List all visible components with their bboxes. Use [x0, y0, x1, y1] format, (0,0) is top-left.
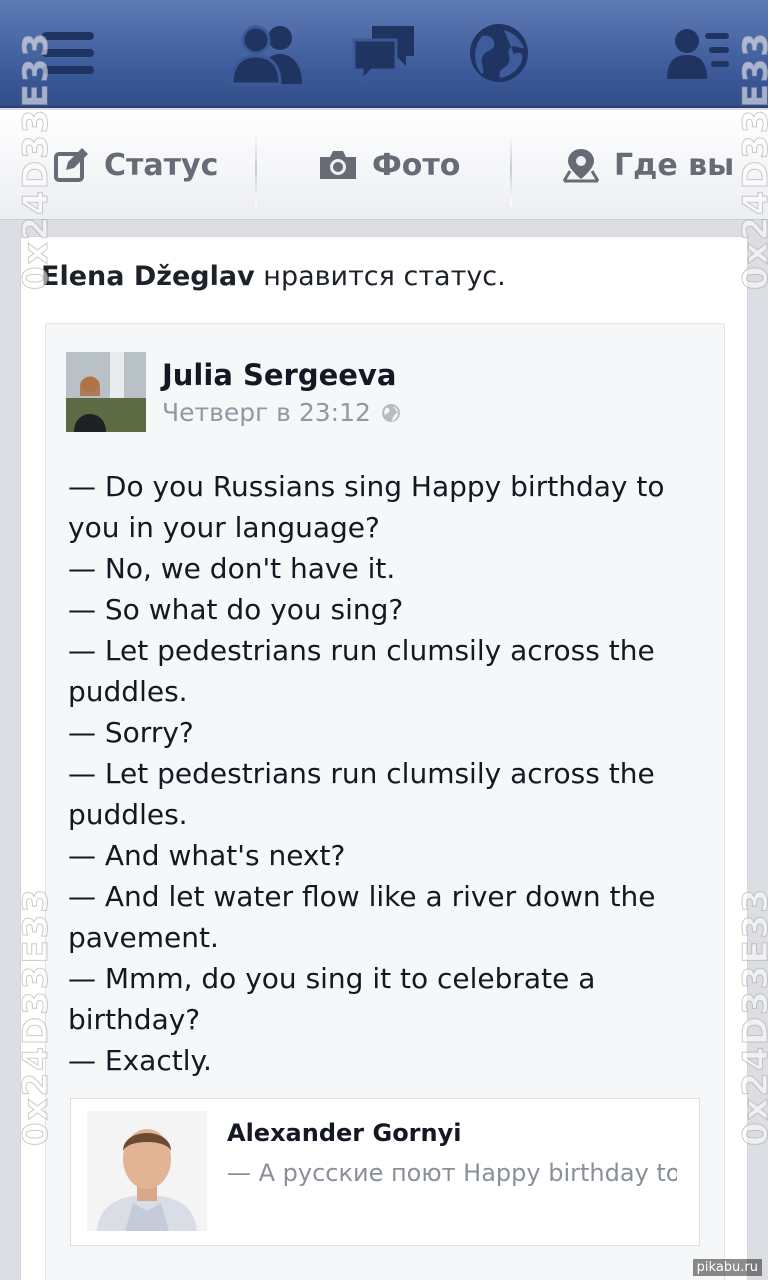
photo-label: Фото: [372, 147, 461, 183]
status-label: Статус: [104, 147, 219, 183]
story-header: Elena Džeglav нравится статус.: [41, 261, 506, 292]
checkin-button[interactable]: Где вы: [562, 110, 734, 220]
post-line: puddles.: [68, 675, 188, 708]
post-line: birthday?: [68, 1003, 201, 1036]
divider: [255, 132, 257, 206]
shared-author[interactable]: Alexander Gornyi: [227, 1119, 461, 1147]
source-credit: pikabu.ru: [692, 1259, 762, 1276]
shared-author-photo: [87, 1111, 207, 1231]
watermark: 0x24D33E33: [16, 887, 57, 1147]
divider: [510, 132, 512, 206]
post-line: — So what do you sing?: [68, 593, 404, 626]
public-globe-icon: [381, 403, 400, 422]
watermark: 0x24D33E33: [16, 31, 57, 291]
friends-list-icon[interactable]: [664, 18, 734, 88]
globe-icon[interactable]: [466, 18, 532, 88]
shared-link-preview[interactable]: Alexander Gornyi — А русские поют Happy …: [70, 1098, 700, 1246]
post-line: pavement.: [68, 921, 219, 954]
messages-icon[interactable]: [348, 18, 420, 88]
post-line: — Mmm, do you sing it to celebrate a: [68, 962, 596, 995]
post-author[interactable]: Julia Sergeeva: [162, 358, 396, 392]
top-nav-bar: [0, 0, 768, 108]
location-pin-icon: [562, 149, 600, 183]
actor-name[interactable]: Elena Džeglav: [41, 261, 255, 292]
watermark: 0x24D33E33: [736, 887, 768, 1147]
post-line: — Do you Russians sing Happy birthday to: [68, 470, 665, 503]
post-body: — Do you Russians sing Happy birthday to…: [68, 466, 704, 1081]
edit-icon: [54, 148, 88, 182]
post-timestamp[interactable]: Четверг в 23:12: [162, 398, 371, 427]
post-line: — Exactly.: [68, 1044, 212, 1077]
post-line: — Sorry?: [68, 716, 194, 749]
post-line: — No, we don't have it.: [68, 552, 396, 585]
camera-icon: [320, 151, 356, 179]
post-line: — Let pedestrians run clumsily across th…: [68, 634, 655, 667]
post-line: — And what's next?: [68, 839, 346, 872]
post-line: — Let pedestrians run clumsily across th…: [68, 757, 655, 790]
story-action: нравится статус.: [254, 261, 506, 292]
post-line: you in your language?: [68, 511, 380, 544]
friends-icon[interactable]: [228, 18, 308, 88]
watermark: 0x24D33E33: [736, 31, 768, 291]
status-button[interactable]: Статус: [54, 110, 218, 220]
post-line: puddles.: [68, 798, 188, 831]
post-meta: Четверг в 23:12: [162, 398, 401, 427]
photo-button[interactable]: Фото: [318, 110, 460, 220]
post-line: — And let water flow like a river down t…: [68, 880, 656, 913]
publisher-bar: Статус Фото Где вы: [0, 110, 768, 220]
author-avatar[interactable]: [66, 352, 146, 432]
feed-story: Elena Džeglav нравится статус. Julia Ser…: [20, 236, 748, 1280]
shared-text: — А русские поют Happy birthday to: [227, 1159, 677, 1187]
shared-post[interactable]: Julia Sergeeva Четверг в 23:12 — Do you …: [45, 323, 725, 1280]
checkin-label: Где вы: [614, 147, 735, 183]
